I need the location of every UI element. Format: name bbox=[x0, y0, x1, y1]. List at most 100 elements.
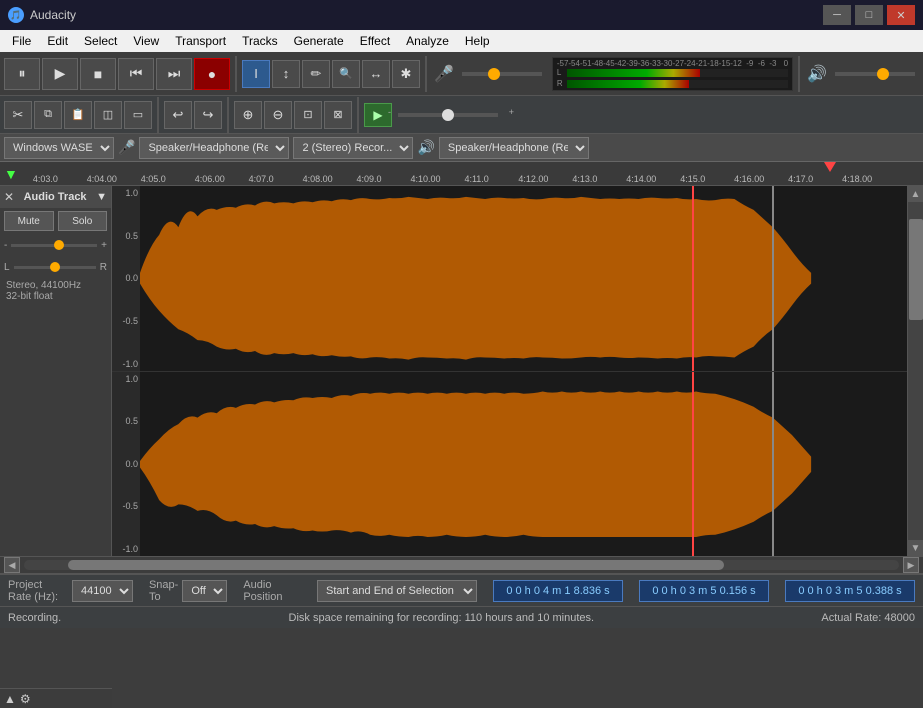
menu-edit[interactable]: Edit bbox=[39, 30, 76, 52]
scroll-right-button[interactable]: ▶ bbox=[903, 557, 919, 573]
zoom-tool-button[interactable]: 🔍 bbox=[332, 60, 360, 88]
title-controls: ─ □ ✕ bbox=[823, 5, 915, 25]
scroll-up-button[interactable]: ▲ bbox=[908, 186, 923, 202]
project-rate-select[interactable]: 44100 bbox=[72, 580, 133, 602]
host-select[interactable]: Windows WASE bbox=[4, 137, 114, 159]
rewind-button[interactable]: ⏮ bbox=[118, 58, 154, 90]
scroll-down-button[interactable]: ▼ bbox=[908, 540, 923, 556]
minimize-button[interactable]: ─ bbox=[823, 5, 851, 25]
menu-select[interactable]: Select bbox=[76, 30, 125, 52]
speed-min-label: - bbox=[388, 107, 391, 117]
gain-min-label: - bbox=[4, 240, 7, 251]
playhead-marker bbox=[824, 162, 836, 172]
play-button[interactable]: ▶ bbox=[42, 58, 78, 90]
envelope-tool-button[interactable]: ↕ bbox=[272, 60, 300, 88]
close-button[interactable]: ✕ bbox=[887, 5, 915, 25]
position1-input[interactable] bbox=[493, 580, 623, 602]
forward-button[interactable]: ⏭ bbox=[156, 58, 192, 90]
zoom-out-button[interactable]: ⊖ bbox=[264, 101, 292, 129]
playback-speed-thumb bbox=[442, 109, 454, 121]
meter-l: L bbox=[557, 68, 788, 78]
silence-button[interactable]: ▭ bbox=[124, 101, 152, 129]
track-close-button[interactable]: ✕ bbox=[4, 190, 14, 204]
waveform-svg-bottom bbox=[140, 372, 907, 557]
mute-button[interactable]: Mute bbox=[4, 211, 54, 231]
track-menu-button[interactable]: ▼ bbox=[96, 191, 107, 203]
audio-position-label: Audio Position bbox=[243, 579, 301, 603]
position3-input[interactable] bbox=[785, 580, 915, 602]
menu-generate[interactable]: Generate bbox=[286, 30, 352, 52]
playback-device-select[interactable]: Speaker/Headphone (Realt bbox=[439, 137, 589, 159]
record-button[interactable]: ● bbox=[194, 58, 230, 90]
multi-tool-button[interactable]: ✱ bbox=[392, 60, 420, 88]
speaker-icon: 🔊 bbox=[807, 64, 827, 84]
menu-view[interactable]: View bbox=[125, 30, 167, 52]
zoom-fit-button[interactable]: ⊠ bbox=[324, 101, 352, 129]
pan-thumb bbox=[50, 262, 60, 272]
zoom-sel-button[interactable]: ⊡ bbox=[294, 101, 322, 129]
menu-file[interactable]: File bbox=[4, 30, 39, 52]
vu-meters: -57 -54 -51 -48 -45 -42 -39 -36 -33 -30 … bbox=[552, 57, 793, 91]
copy-button[interactable]: ⧉ bbox=[34, 101, 62, 129]
toolbar-row1: ⏸ ▶ ■ ⏮ ⏭ ● I ↕ ✏ 🔍 ↔ ✱ 🎤 -57 -54 -51 -4… bbox=[0, 52, 923, 96]
channels-select[interactable]: 2 (Stereo) Recor... bbox=[293, 137, 413, 159]
position2-input[interactable] bbox=[639, 580, 769, 602]
horizontal-scrollbar-area: ◀ ▶ bbox=[0, 556, 923, 574]
recording-device-select[interactable]: Speaker/Headphone (Realt bbox=[139, 137, 289, 159]
scroll-thumb bbox=[909, 219, 923, 320]
pan-slider[interactable] bbox=[14, 266, 96, 269]
mic-device-icon: 🎤 bbox=[118, 139, 135, 156]
scroll-left-button[interactable]: ◀ bbox=[4, 557, 20, 573]
menu-help[interactable]: Help bbox=[457, 30, 498, 52]
y-axis-top: 1.0 0.5 0.0 -0.5 -1.0 bbox=[112, 186, 140, 371]
waveform-channel-top[interactable]: 1.0 0.5 0.0 -0.5 -1.0 bbox=[112, 186, 907, 372]
gain-max-label: + bbox=[101, 240, 107, 251]
input-volume-slider[interactable] bbox=[462, 72, 542, 76]
timeline-arrow: ▼ bbox=[4, 166, 18, 182]
timeline-ticks-area[interactable]: 4:03.0 4:04.00 4:05.0 4:06.00 4:07.0 4:0… bbox=[24, 162, 923, 186]
pan-row: L R bbox=[4, 258, 107, 276]
snap-to-select[interactable]: Off bbox=[182, 580, 227, 602]
menu-effect[interactable]: Effect bbox=[352, 30, 398, 52]
solo-button[interactable]: Solo bbox=[58, 211, 108, 231]
track-settings-icon[interactable]: ⚙ bbox=[20, 692, 31, 706]
waveform-channel-bottom[interactable]: 1.0 0.5 0.0 -0.5 -1.0 bbox=[112, 372, 907, 557]
draw-tool-button[interactable]: ✏ bbox=[302, 60, 330, 88]
waveform-area: 1.0 0.5 0.0 -0.5 -1.0 bbox=[112, 186, 907, 556]
paste-button[interactable]: 📋 bbox=[64, 101, 92, 129]
tick-container: 4:03.0 4:04.00 4:05.0 4:06.00 4:07.0 4:0… bbox=[24, 162, 923, 186]
selection-mode-select[interactable]: Start and End of Selection bbox=[317, 580, 477, 602]
menu-tracks[interactable]: Tracks bbox=[234, 30, 286, 52]
status-bar: Project Rate (Hz): 44100 Snap-To Off Aud… bbox=[0, 574, 923, 606]
app-icon: 🎵 bbox=[8, 7, 24, 23]
separator4 bbox=[157, 97, 159, 133]
trim-button[interactable]: ◫ bbox=[94, 101, 122, 129]
meter-bars: L R bbox=[557, 68, 788, 89]
h-scrollbar-track[interactable] bbox=[24, 560, 899, 570]
timeshift-tool-button[interactable]: ↔ bbox=[362, 60, 390, 88]
title-text: Audacity bbox=[30, 8, 76, 22]
menu-analyze[interactable]: Analyze bbox=[398, 30, 457, 52]
cut-button[interactable]: ✂ bbox=[4, 101, 32, 129]
speed-max-label: + bbox=[509, 107, 514, 117]
playback-speed-slider[interactable]: + - bbox=[398, 113, 498, 117]
track-info: Stereo, 44100Hz 32-bit float bbox=[0, 278, 111, 304]
pause-button[interactable]: ⏸ bbox=[4, 58, 40, 90]
maximize-button[interactable]: □ bbox=[855, 5, 883, 25]
select-tool-button[interactable]: I bbox=[242, 60, 270, 88]
scroll-track[interactable] bbox=[908, 202, 923, 540]
vertical-scrollbar: ▲ ▼ bbox=[907, 186, 923, 556]
separator2 bbox=[425, 56, 427, 92]
output-volume-slider[interactable] bbox=[835, 72, 915, 76]
output-volume-thumb bbox=[877, 68, 889, 80]
mic-icon: 🎤 bbox=[434, 64, 454, 84]
menu-transport[interactable]: Transport bbox=[167, 30, 234, 52]
collapse-button[interactable]: ▲ bbox=[4, 692, 16, 706]
redo-button[interactable]: ↪ bbox=[194, 101, 222, 129]
zoom-in-button[interactable]: ⊕ bbox=[234, 101, 262, 129]
menu-bar: File Edit Select View Transport Tracks G… bbox=[0, 30, 923, 52]
separator1 bbox=[235, 56, 237, 92]
gain-slider[interactable] bbox=[11, 244, 97, 247]
stop-button[interactable]: ■ bbox=[80, 58, 116, 90]
undo-button[interactable]: ↩ bbox=[164, 101, 192, 129]
